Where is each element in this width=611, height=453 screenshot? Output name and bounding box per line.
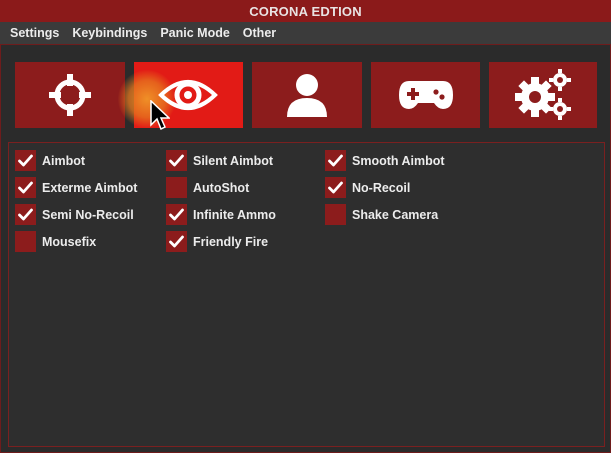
checkbox-mousefix[interactable]	[15, 231, 36, 252]
window-title: CORONA EDTION	[249, 3, 362, 19]
checkbox-silent-aimbot[interactable]	[166, 150, 187, 171]
option-semi-no-recoil: Semi No-Recoil	[15, 204, 137, 225]
menu-settings[interactable]: Settings	[0, 26, 59, 40]
gamepad-icon	[398, 81, 453, 109]
checkmark-icon	[18, 181, 33, 194]
tab-visuals[interactable]	[117, 62, 244, 128]
option-silent-aimbot: Silent Aimbot	[166, 150, 276, 171]
option-label: Aimbot	[42, 153, 86, 168]
tab-player[interactable]	[252, 62, 362, 128]
checkmark-icon	[18, 208, 33, 221]
window-title-bar: CORONA EDTION	[0, 0, 611, 22]
checkmark-icon	[169, 208, 184, 221]
option-aimbot: Aimbot	[15, 150, 137, 171]
option-label: Friendly Fire	[193, 234, 269, 249]
checkbox-semi-no-recoil[interactable]	[15, 204, 36, 225]
option-no-recoil: No-Recoil	[325, 177, 445, 198]
checkbox-exterme-aimbot[interactable]	[15, 177, 36, 198]
options-column-2: Silent Aimbot AutoShot Infinite Ammo Fri…	[166, 150, 276, 258]
checkmark-icon	[169, 235, 184, 248]
option-mousefix: Mousefix	[15, 231, 137, 252]
checkbox-shake-camera[interactable]	[325, 204, 346, 225]
eye-icon	[158, 80, 219, 110]
checkmark-icon	[328, 181, 343, 194]
option-shake-camera: Shake Camera	[325, 204, 445, 225]
option-friendly-fire: Friendly Fire	[166, 231, 276, 252]
checkmark-icon	[328, 154, 343, 167]
tab-bar	[15, 62, 597, 128]
menu-keybindings[interactable]: Keybindings	[62, 26, 147, 40]
checkbox-friendly-fire[interactable]	[166, 231, 187, 252]
checkbox-infinite-ammo[interactable]	[166, 204, 187, 225]
option-label: Infinite Ammo	[193, 207, 276, 222]
option-autoshot: AutoShot	[166, 177, 276, 198]
option-label: Exterme Aimbot	[42, 180, 138, 195]
option-label: Smooth Aimbot	[352, 153, 445, 168]
option-label: Shake Camera	[352, 207, 439, 222]
menu-other[interactable]: Other	[233, 26, 276, 40]
crosshair-icon	[48, 74, 91, 116]
tab-settings[interactable]	[489, 62, 597, 128]
option-label: No-Recoil	[352, 180, 411, 195]
tab-misc[interactable]	[370, 62, 481, 128]
options-column-3: Smooth Aimbot No-Recoil Shake Camera	[325, 150, 445, 231]
checkbox-smooth-aimbot[interactable]	[325, 150, 346, 171]
checkbox-aimbot[interactable]	[15, 150, 36, 171]
option-label: AutoShot	[193, 180, 250, 195]
gears-icon	[515, 69, 572, 120]
user-icon	[286, 74, 327, 117]
option-label: Semi No-Recoil	[42, 207, 134, 222]
checkbox-autoshot[interactable]	[166, 177, 187, 198]
checkmark-icon	[18, 154, 33, 167]
checkbox-no-recoil[interactable]	[325, 177, 346, 198]
tab-crosshair[interactable]	[15, 62, 125, 128]
checkmark-icon	[169, 154, 184, 167]
option-label: Mousefix	[42, 234, 97, 249]
option-exterme-aimbot: Exterme Aimbot	[15, 177, 137, 198]
option-smooth-aimbot: Smooth Aimbot	[325, 150, 445, 171]
options-column-1: Aimbot Exterme Aimbot Semi No-Recoil Mou…	[15, 150, 137, 258]
option-infinite-ammo: Infinite Ammo	[166, 204, 276, 225]
menu-bar: Settings Keybindings Panic Mode Other	[0, 22, 611, 44]
menu-panic-mode[interactable]: Panic Mode	[150, 26, 229, 40]
option-label: Silent Aimbot	[193, 153, 274, 168]
